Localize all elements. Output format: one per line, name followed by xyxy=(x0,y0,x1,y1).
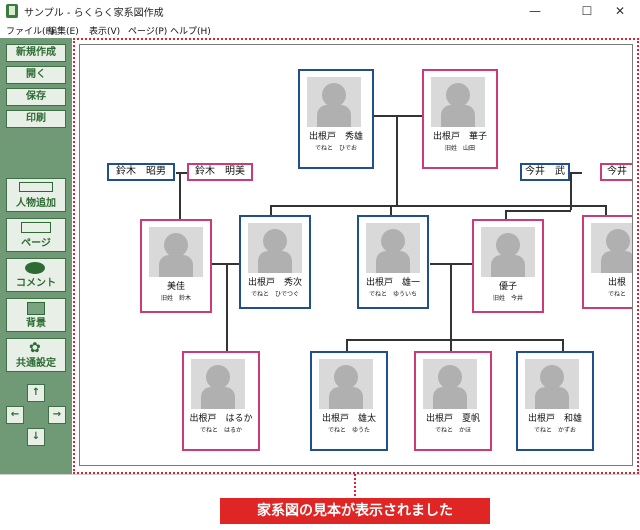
person-photo xyxy=(481,227,535,277)
person-name: 出根戸 秀雄 xyxy=(308,132,363,142)
menu-bar: ファイル(F) 編集(E) 表示(V) ページ(P) ヘルプ(H) xyxy=(0,22,640,38)
descent-line xyxy=(450,263,452,339)
person-card[interactable]: 出根戸 雄太 でねと ゆうた xyxy=(310,351,388,451)
status-callout: 家系図の見本が表示されました xyxy=(220,498,490,524)
person-photo xyxy=(191,359,245,409)
person-card[interactable]: 出根戸 華子 旧姓 山田 xyxy=(422,69,498,169)
minimize-button[interactable]: — xyxy=(515,2,555,20)
arrow-up-icon[interactable]: ↑ xyxy=(27,384,45,402)
menu-help[interactable]: ヘルプ(H) xyxy=(170,24,211,37)
left-toolbar: 新規作成 開く 保存 印刷 ＋ － 人物追加 ページ コメント 背景 ✿ 共通設… xyxy=(0,38,72,474)
settings-button[interactable]: ✿ 共通設定 xyxy=(6,338,66,372)
person-card[interactable]: 出根戸 秀次 でねと ひでつぐ xyxy=(239,215,311,309)
person-subtitle: でねと かほ xyxy=(434,427,471,434)
marriage-line xyxy=(374,115,422,117)
callout-line xyxy=(354,474,356,496)
person-photo xyxy=(423,359,477,409)
sibling-line xyxy=(346,339,562,341)
person-name: 出根 xyxy=(607,278,626,288)
comment-button[interactable]: コメント xyxy=(6,258,66,292)
descent-line xyxy=(396,115,398,205)
person-name: 出根戸 雄太 xyxy=(321,414,376,424)
person-name: 出根戸 はるか xyxy=(189,414,253,424)
print-button[interactable]: 印刷 xyxy=(6,110,66,128)
new-button[interactable]: 新規作成 xyxy=(6,44,66,62)
person-subtitle: 旧姓 今井 xyxy=(492,295,523,302)
title-bar: サンプル - らくらく家系図作成 — ☐ ✕ xyxy=(0,0,640,22)
save-button[interactable]: 保存 xyxy=(6,88,66,106)
person-name: 出根戸 雄一 xyxy=(365,278,420,288)
comment-label: コメント xyxy=(16,278,56,289)
person-photo xyxy=(525,359,579,409)
app-window: サンプル - らくらく家系図作成 — ☐ ✕ ファイル(F) 編集(E) 表示(… xyxy=(0,0,640,475)
person-card[interactable]: 出根 でねと xyxy=(582,215,632,309)
person-card[interactable]: 出根戸 雄一 でねと ゆういち xyxy=(357,215,429,309)
page-label: ページ xyxy=(21,238,51,249)
comment-icon xyxy=(25,262,45,274)
app-icon xyxy=(6,4,18,18)
arrow-left-icon[interactable]: ← xyxy=(6,406,24,424)
person-photo xyxy=(366,223,420,273)
person-label-box[interactable]: 鈴木 明美 xyxy=(187,163,253,181)
person-subtitle: でねと ゆういち xyxy=(368,291,417,298)
person-name: 出根戸 夏帆 xyxy=(425,414,480,424)
close-button[interactable]: ✕ xyxy=(600,2,640,20)
person-label-box[interactable]: 今井 武 xyxy=(520,163,570,181)
page-icon xyxy=(21,222,51,233)
person-name: 出根戸 華子 xyxy=(432,132,487,142)
person-name: 美佳 xyxy=(166,282,185,292)
person-photo xyxy=(591,223,632,273)
menu-edit[interactable]: 編集(E) xyxy=(48,24,79,37)
person-subtitle: 旧姓 山田 xyxy=(444,145,475,152)
person-card[interactable]: 美佳 旧姓 鈴木 xyxy=(140,219,212,313)
menu-file[interactable]: ファイル(F) xyxy=(6,24,54,37)
person-subtitle: でねと はるか xyxy=(199,427,242,434)
branch-line xyxy=(505,210,571,212)
person-name: 出根戸 秀次 xyxy=(247,278,302,288)
person-photo xyxy=(248,223,302,273)
arrow-down-icon[interactable]: ↓ xyxy=(27,428,45,446)
sibling-line xyxy=(270,205,605,207)
person-name: 優子 xyxy=(498,282,517,292)
menu-page[interactable]: ページ(P) xyxy=(128,24,167,37)
person-card[interactable]: 優子 旧姓 今井 xyxy=(472,219,544,313)
menu-view[interactable]: 表示(V) xyxy=(89,24,120,37)
page-button[interactable]: ページ xyxy=(6,218,66,252)
descent-line xyxy=(226,263,228,353)
descent-line xyxy=(570,172,572,210)
person-card[interactable]: 出根戸 秀雄 でねと ひでお xyxy=(298,69,374,169)
add-person-label: 人物追加 xyxy=(16,198,56,209)
person-card[interactable]: 出根戸 和雄 でねと かずお xyxy=(516,351,594,451)
person-photo xyxy=(307,77,361,127)
person-photo xyxy=(431,77,485,127)
person-photo xyxy=(319,359,373,409)
person-subtitle: でねと かずお xyxy=(533,427,576,434)
person-label-box[interactable]: 今井 xyxy=(600,163,632,181)
person-subtitle: でねと ひでお xyxy=(314,145,357,152)
person-subtitle: でねと ひでつぐ xyxy=(250,291,299,298)
settings-label: 共通設定 xyxy=(16,358,56,369)
background-button[interactable]: 背景 xyxy=(6,298,66,332)
person-subtitle: でねと ゆうた xyxy=(327,427,370,434)
person-name: 出根戸 和雄 xyxy=(527,414,582,424)
family-tree-canvas[interactable]: 出根戸 秀雄 でねと ひでお 出根戸 華子 旧姓 山田 鈴木 昭男 鈴木 明美 … xyxy=(79,44,633,466)
person-card[interactable]: 出根戸 夏帆 でねと かほ xyxy=(414,351,492,451)
background-label: 背景 xyxy=(26,318,46,329)
person-photo xyxy=(149,227,203,277)
open-button[interactable]: 開く xyxy=(6,66,66,84)
arrow-right-icon[interactable]: → xyxy=(48,406,66,424)
person-subtitle: 旧姓 鈴木 xyxy=(160,295,191,302)
descent-line xyxy=(179,172,181,220)
person-subtitle: でねと xyxy=(607,291,626,298)
person-label-box[interactable]: 鈴木 昭男 xyxy=(107,163,175,181)
window-title: サンプル - らくらく家系図作成 xyxy=(24,8,164,19)
canvas-highlight: 出根戸 秀雄 でねと ひでお 出根戸 華子 旧姓 山田 鈴木 昭男 鈴木 明美 … xyxy=(73,38,639,474)
person-card[interactable]: 出根戸 はるか でねと はるか xyxy=(182,351,260,451)
add-person-icon xyxy=(19,182,53,192)
add-person-button[interactable]: 人物追加 xyxy=(6,178,66,212)
